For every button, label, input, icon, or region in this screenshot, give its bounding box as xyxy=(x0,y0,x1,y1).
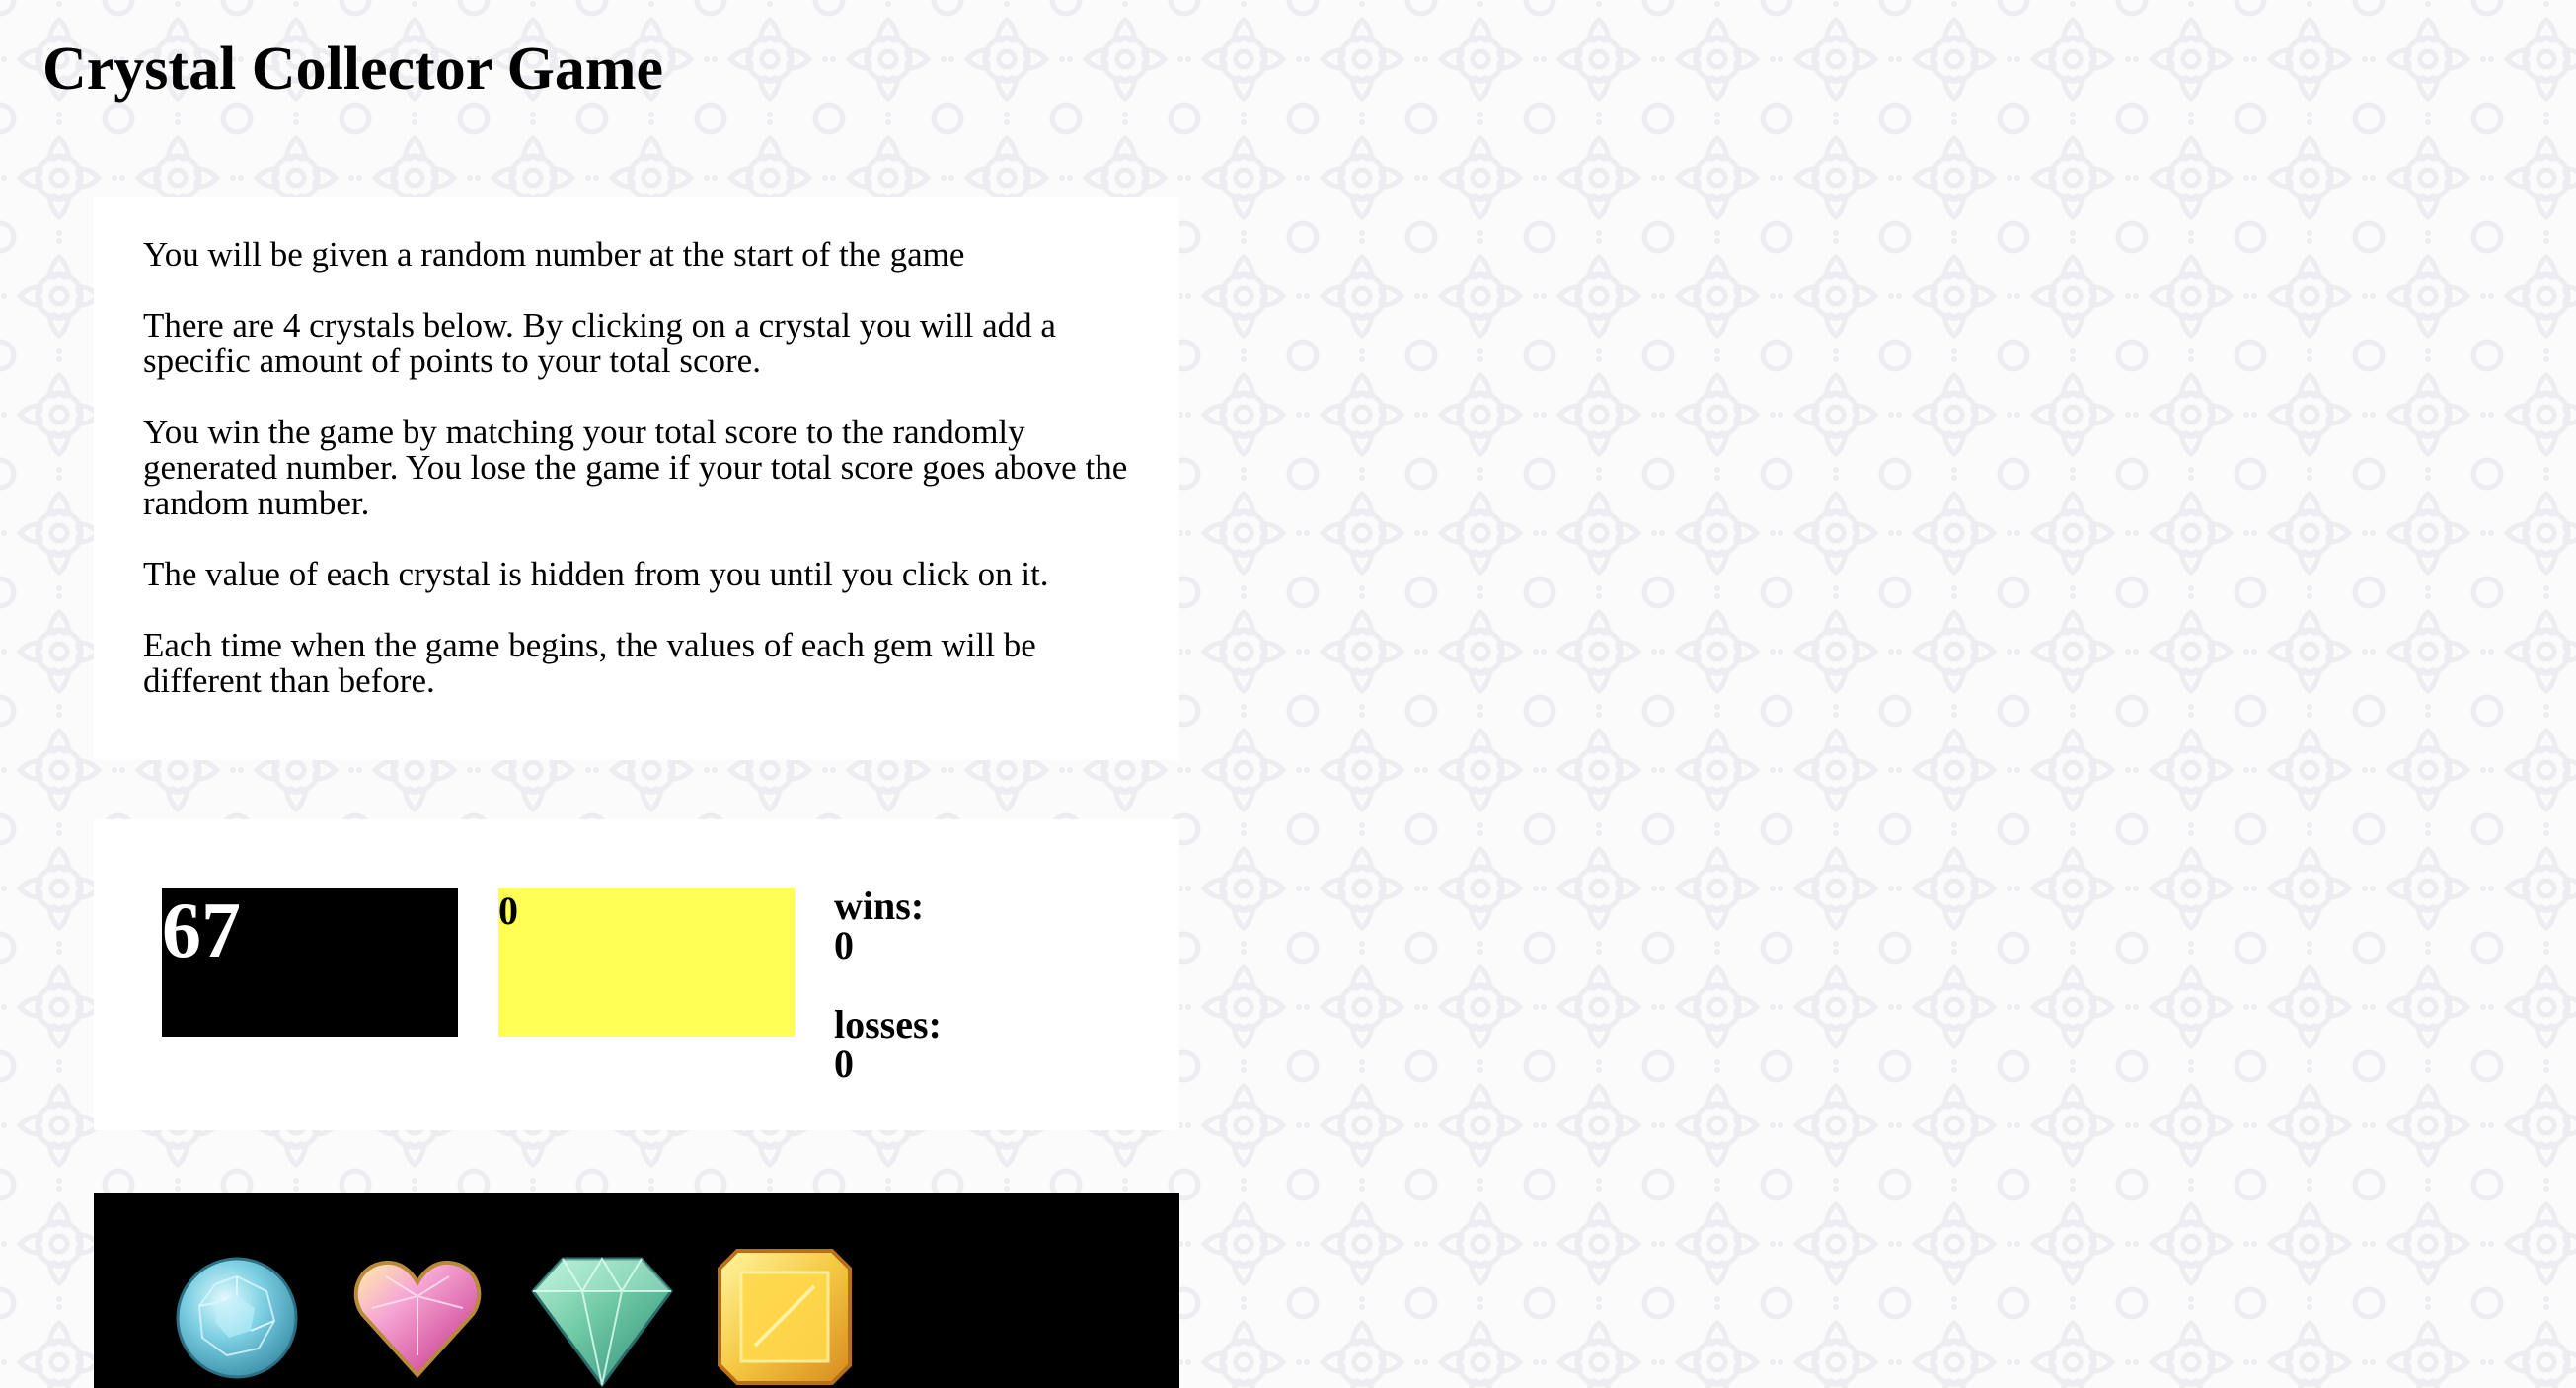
scoreboard-panel: 67 0 wins: 0 losses: 0 xyxy=(94,819,1179,1130)
wins-label: wins: xyxy=(834,884,925,928)
tally-spacer xyxy=(834,965,942,1005)
crystal-panel xyxy=(94,1193,1179,1388)
instruction-paragraph: You will be given a random number at the… xyxy=(143,235,965,273)
target-number-box: 67 xyxy=(162,888,458,1037)
blue-round-crystal-icon[interactable] xyxy=(168,1247,306,1388)
page-title: Crystal Collector Game xyxy=(42,36,663,103)
page: Crystal Collector Game You will be given… xyxy=(0,0,2576,1388)
wins-value: 0 xyxy=(834,923,854,967)
instruction-paragraph: There are 4 crystals below. By clicking … xyxy=(143,306,1056,380)
win-loss-tally: wins: 0 losses: 0 xyxy=(834,887,942,1084)
yellow-square-crystal-icon[interactable] xyxy=(716,1247,854,1388)
losses-label: losses: xyxy=(834,1002,942,1046)
instruction-paragraph: Each time when the game begins, the valu… xyxy=(143,626,1036,700)
losses-value: 0 xyxy=(834,1041,854,1086)
pink-heart-crystal-icon[interactable] xyxy=(348,1247,487,1388)
instruction-paragraph: You win the game by matching your total … xyxy=(143,413,1128,522)
total-score-box: 0 xyxy=(498,888,795,1037)
instruction-paragraph: The value of each crystal is hidden from… xyxy=(143,555,1049,593)
instructions-panel: You will be given a random number at the… xyxy=(94,197,1179,760)
green-diamond-crystal-icon[interactable] xyxy=(528,1247,673,1388)
